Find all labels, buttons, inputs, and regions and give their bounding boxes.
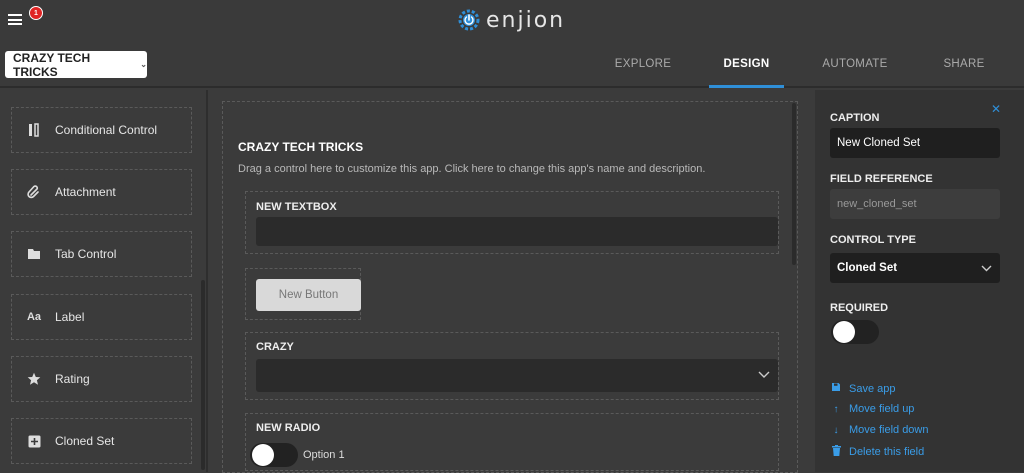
textbox-input[interactable]	[256, 217, 778, 246]
control-label: Tab Control	[55, 247, 117, 261]
paperclip-icon	[26, 184, 42, 200]
control-label: Rating	[55, 372, 90, 386]
required-label: REQUIRED	[830, 302, 889, 314]
link-label: Save app	[849, 382, 896, 395]
field-label: NEW RADIO	[256, 422, 321, 434]
app-description[interactable]: Drag a control here to customize this ap…	[238, 163, 705, 175]
tab-automate[interactable]: AUTOMATE	[814, 40, 896, 88]
chevron-down-icon	[758, 371, 770, 378]
controls-palette: Conditional Control Attachment Tab Contr…	[0, 90, 208, 472]
folder-tab-icon	[26, 246, 42, 262]
tab-design[interactable]: DESIGN	[709, 40, 784, 88]
field-dropdown[interactable]: CRAZY	[245, 332, 779, 400]
app-selector[interactable]: CRAZY TECH TRICKS ⌄	[5, 50, 147, 79]
left-scrollbar[interactable]	[201, 280, 205, 470]
control-label: Label	[55, 310, 85, 324]
tab-share[interactable]: SHARE	[930, 40, 998, 88]
label-icon: Aa	[26, 311, 42, 323]
save-app-link[interactable]: Save app	[830, 382, 895, 395]
toggle-knob	[833, 321, 855, 343]
close-icon[interactable]: ✕	[991, 102, 1001, 116]
control-tab-control[interactable]: Tab Control	[11, 231, 192, 277]
radio-toggle[interactable]	[250, 443, 298, 467]
control-attachment[interactable]: Attachment	[11, 169, 192, 215]
star-icon	[26, 371, 42, 387]
trash-icon	[830, 445, 842, 459]
field-label: CRAZY	[256, 341, 294, 353]
properties-panel: ✕ CAPTION New Cloned Set FIELD REFERENCE…	[815, 90, 1024, 472]
conditional-icon	[26, 122, 42, 138]
logo-text: enjion	[486, 7, 566, 33]
field-radio[interactable]: NEW RADIO Option 1	[245, 413, 779, 471]
arrow-up-icon: ↑	[833, 403, 839, 415]
control-type-value: Cloned Set	[837, 262, 898, 274]
control-type-label: CONTROL TYPE	[830, 234, 916, 246]
new-button[interactable]: New Button	[256, 279, 361, 311]
save-icon	[830, 382, 842, 395]
move-field-up-link[interactable]: ↑ Move field up	[830, 403, 915, 415]
top-bar: 1 enjion	[0, 0, 1024, 40]
app-name: CRAZY TECH TRICKS	[13, 50, 91, 79]
form-canvas[interactable]: CRAZY TECH TRICKS Drag a control here to…	[222, 101, 798, 473]
canvas-scrollbar[interactable]	[792, 103, 796, 265]
required-toggle[interactable]	[831, 320, 879, 344]
link-label: Move field up	[849, 403, 915, 415]
caption-input[interactable]: New Cloned Set	[830, 128, 1000, 158]
nav-bar: CRAZY TECH TRICKS ⌄ EXPLORE DESIGN AUTOM…	[0, 40, 1024, 88]
field-textbox[interactable]: NEW TEXTBOX	[245, 191, 779, 254]
control-rating[interactable]: Rating	[11, 356, 192, 402]
plus-square-icon	[26, 433, 42, 449]
logo: enjion	[458, 7, 566, 33]
field-reference-label: FIELD REFERENCE	[830, 173, 933, 185]
link-label: Move field down	[849, 424, 929, 436]
control-conditional[interactable]: Conditional Control	[11, 107, 192, 153]
power-gear-icon	[458, 9, 480, 31]
app-title[interactable]: CRAZY TECH TRICKS	[238, 140, 363, 154]
radio-option-label: Option 1	[303, 449, 345, 461]
control-label: Attachment	[55, 185, 116, 199]
move-field-down-link[interactable]: ↓ Move field down	[830, 424, 929, 436]
menu-icon[interactable]	[8, 14, 22, 25]
caption-label: CAPTION	[830, 112, 880, 124]
delete-field-link[interactable]: Delete this field	[830, 445, 924, 459]
toggle-knob	[252, 444, 274, 466]
chevron-down-icon: ⌄	[140, 60, 147, 69]
dropdown-select[interactable]	[256, 359, 778, 392]
link-label: Delete this field	[849, 446, 925, 458]
chevron-down-icon	[981, 265, 992, 272]
control-label: Conditional Control	[55, 123, 158, 137]
control-cloned-set[interactable]: Cloned Set	[11, 418, 192, 464]
control-label: Cloned Set	[55, 434, 115, 448]
arrow-down-icon: ↓	[833, 424, 839, 436]
field-label: NEW TEXTBOX	[256, 201, 337, 213]
control-label-item[interactable]: Aa Label	[11, 294, 192, 340]
field-button[interactable]: New Button	[245, 268, 361, 320]
tab-explore[interactable]: EXPLORE	[604, 40, 682, 88]
design-area: CRAZY TECH TRICKS Drag a control here to…	[210, 90, 810, 473]
field-reference-input[interactable]: new_cloned_set	[830, 189, 1000, 219]
notification-badge[interactable]: 1	[29, 6, 43, 20]
control-type-select[interactable]: Cloned Set	[830, 253, 1000, 283]
